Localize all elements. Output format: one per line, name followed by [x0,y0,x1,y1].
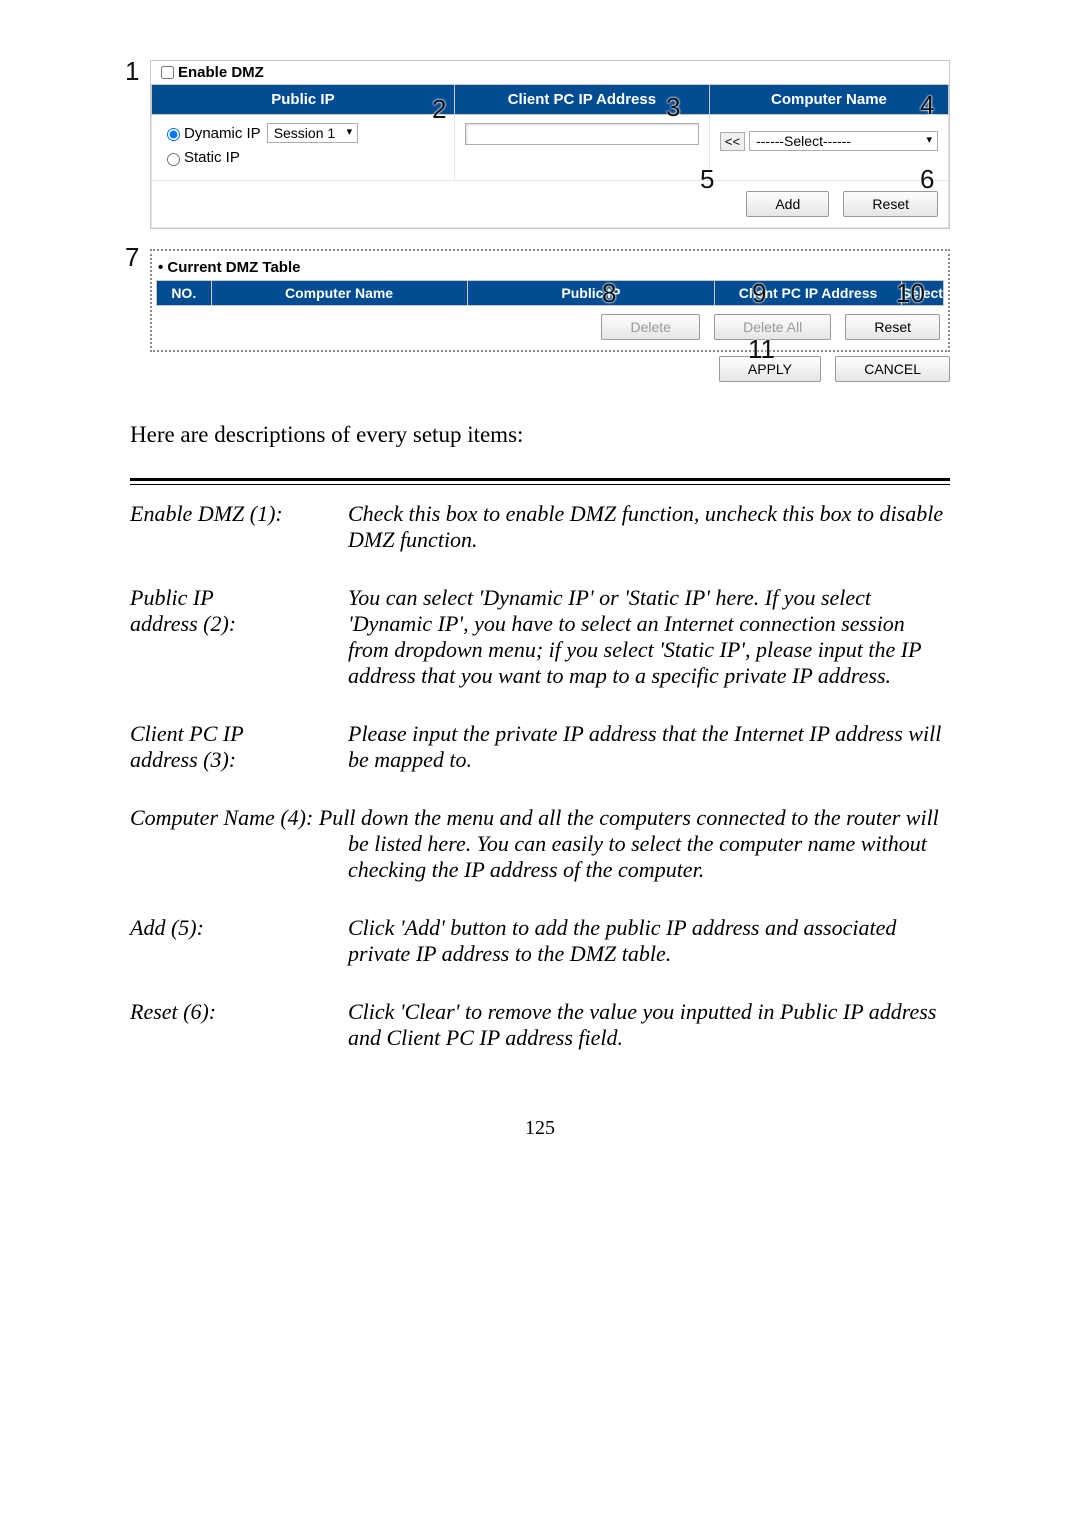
description-value: Please input the private IP address that… [348,705,950,789]
enable-dmz-label: Enable DMZ [178,64,264,81]
col-header-no: NO. [157,281,212,306]
description-value: You can select 'Dynamic IP' or 'Static I… [348,569,950,705]
description-key: Add (5): [130,899,348,983]
description-value: Click 'Add' button to add the public IP … [348,899,950,983]
add-button[interactable]: Add [746,191,829,217]
col-header-computer-name2: Computer Name [211,281,467,306]
callout-9: 9 [752,278,766,309]
description-key: Enable DMZ (1): [130,485,348,569]
description-row: Computer Name (4): Pull down the menu an… [130,789,950,899]
callout-2: 2 [432,94,446,125]
callout-6: 6 [920,164,934,195]
cancel-button[interactable]: CANCEL [835,356,950,382]
description-value: Click 'Clear' to remove the value you in… [348,983,950,1067]
callout-7: 7 [125,242,139,273]
callout-3: 3 [666,92,680,123]
callout-4: 4 [920,90,934,121]
static-ip-label: Static IP [184,149,240,166]
session-select[interactable]: Session 1 [267,123,358,143]
callout-8: 8 [602,278,616,309]
descriptions-lead: Here are descriptions of every setup ite… [130,422,950,448]
col-header-computer-name: Computer Name [709,85,948,115]
copy-name-button[interactable]: << [720,132,745,151]
callout-10: 10 [896,278,925,309]
col-header-public-ip2: Public IP [467,281,715,306]
page-number: 125 [130,1117,950,1140]
current-dmz-table-title: Current DMZ Table [156,255,944,280]
callout-5: 5 [700,164,714,195]
enable-dmz-header: Enable DMZ [151,61,949,84]
delete-button[interactable]: Delete [601,314,699,340]
callout-1: 1 [125,56,139,87]
col-header-client-ip2: Client PC IP Address [715,281,901,306]
client-ip-input[interactable] [465,123,699,145]
col-header-public-ip: Public IP [152,85,455,115]
description-key: Client PC IP address (3): [130,705,348,789]
callout-11: 11 [748,334,775,365]
static-ip-radio[interactable] [167,153,180,166]
descriptions-table: Enable DMZ (1):Check this box to enable … [130,485,950,1067]
dmz-config-screenshot: 1 2 3 4 5 6 7 8 9 10 11 Enable DMZ Publi… [130,60,950,382]
description-key: Reset (6): [130,983,348,1067]
description-key: Public IP address (2): [130,569,348,705]
enable-dmz-checkbox[interactable] [161,66,174,79]
description-value: Check this box to enable DMZ function, u… [348,485,950,569]
reset-button-2[interactable]: Reset [845,314,940,340]
computer-name-select[interactable]: ------Select------ [749,131,938,151]
dynamic-ip-radio[interactable] [167,128,180,141]
dynamic-ip-label: Dynamic IP [184,125,261,142]
